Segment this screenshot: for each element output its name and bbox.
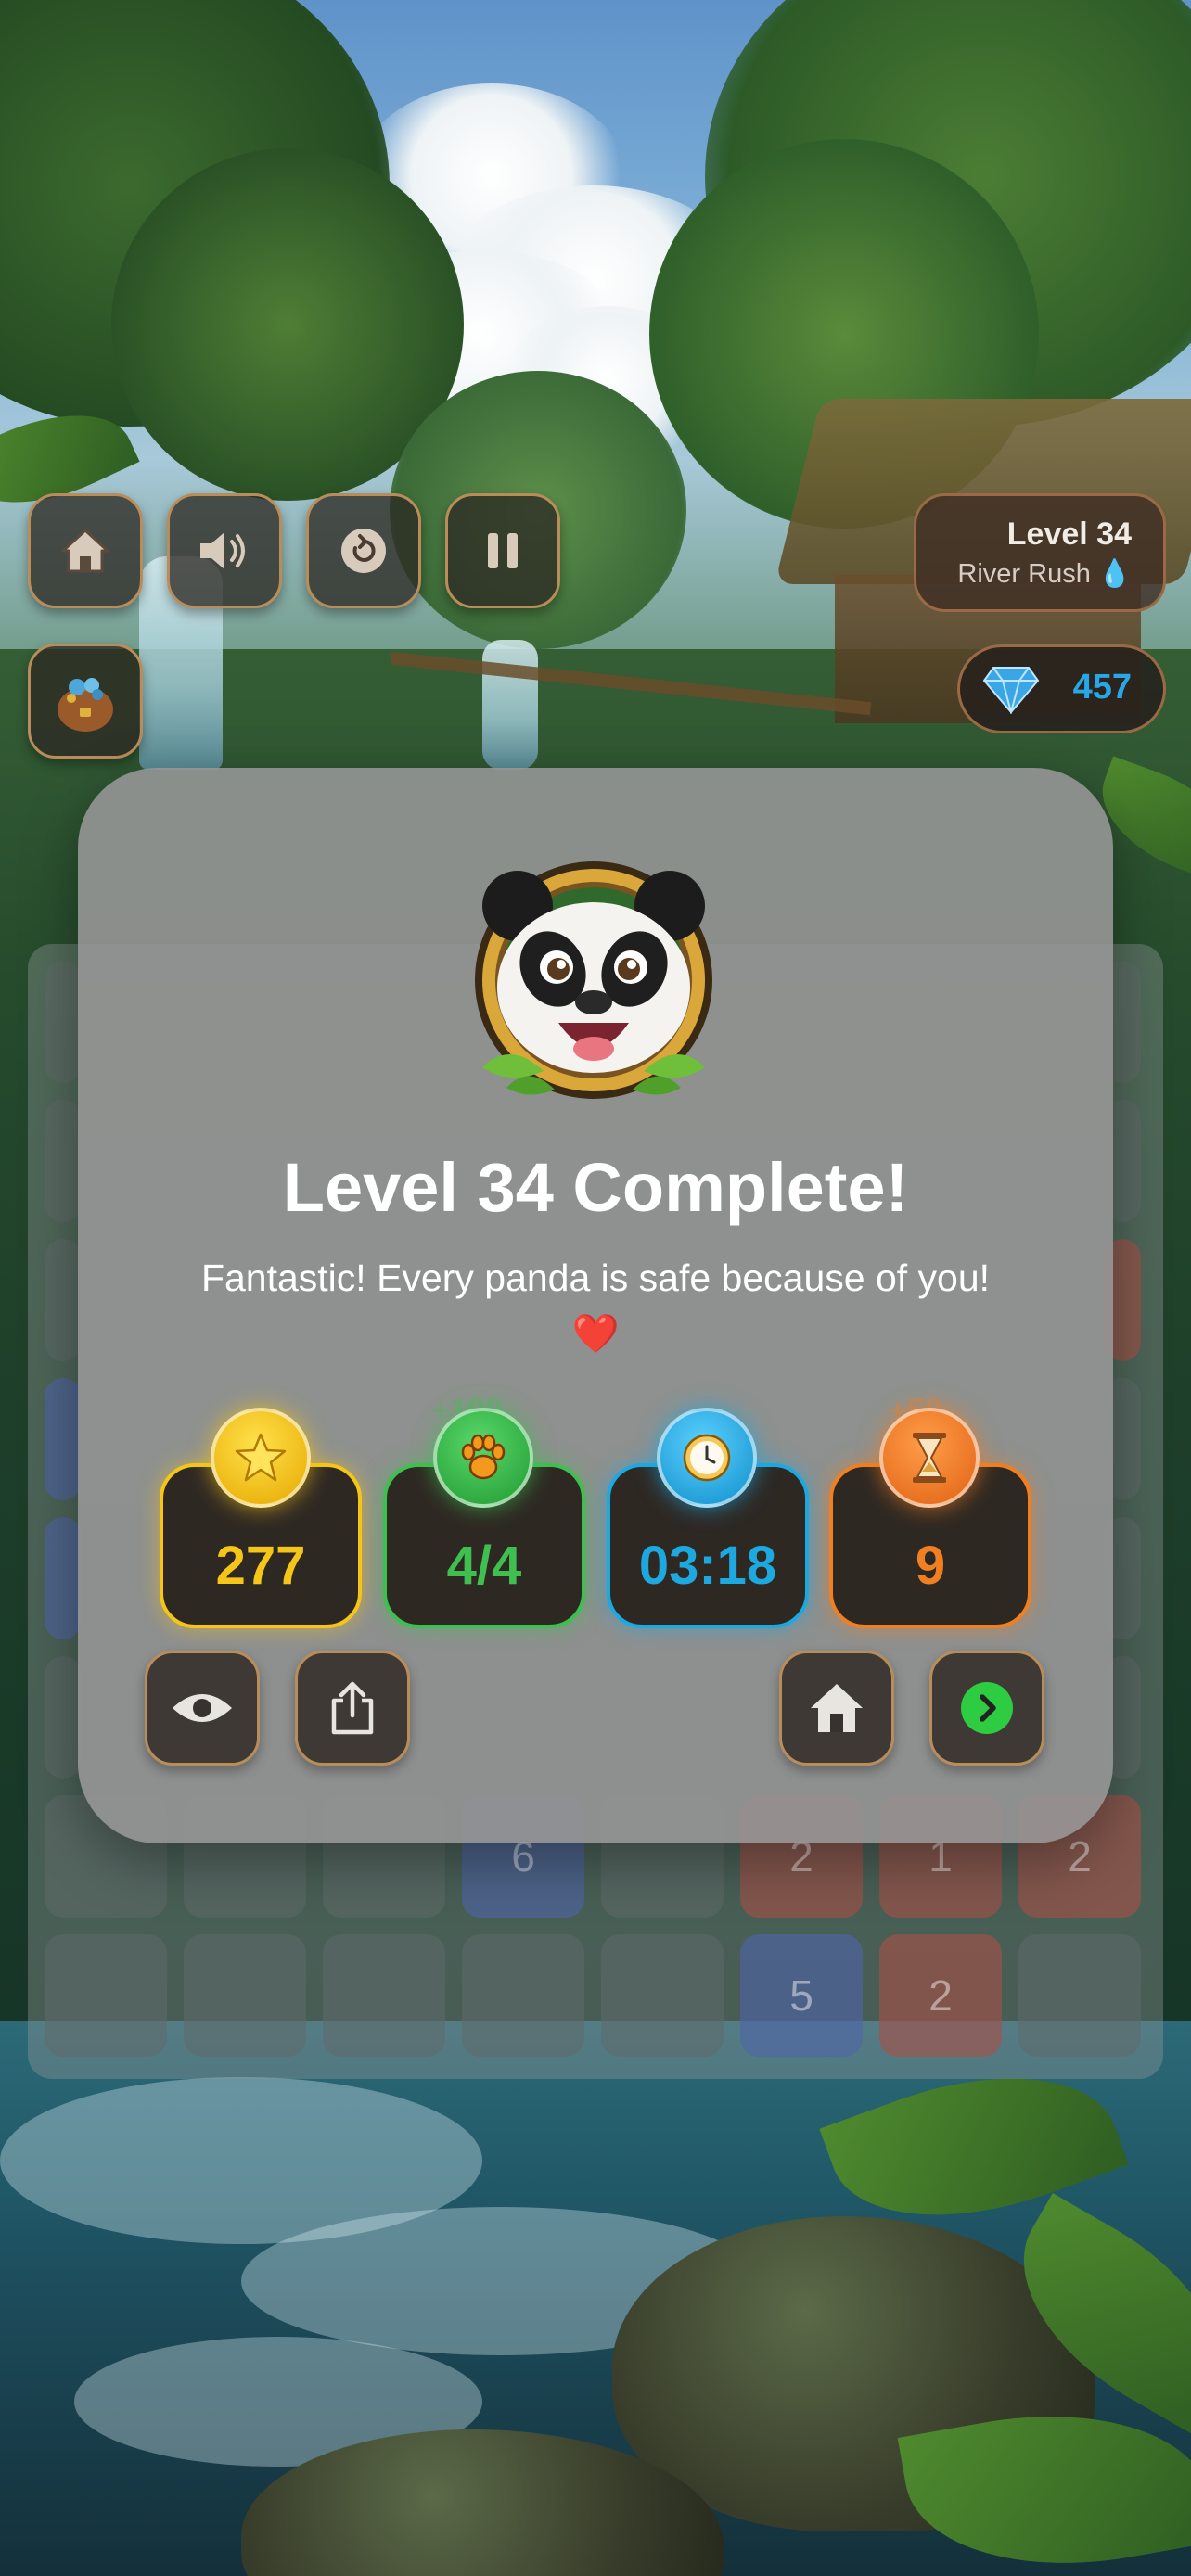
modal-title: Level 34 Complete! [282, 1149, 909, 1226]
level-info-card: Level 34 River Rush 💧 [914, 493, 1166, 612]
pandas-value: 4/4 [446, 1536, 522, 1596]
heart-icon: ❤️ [571, 1312, 620, 1355]
moves-value: 9 [915, 1536, 946, 1596]
board-cell[interactable]: 2 [879, 1934, 1002, 2057]
pause-button[interactable] [445, 493, 560, 608]
share-icon [331, 1681, 374, 1735]
share-button[interactable] [295, 1651, 410, 1766]
hourglass-icon [913, 1433, 946, 1483]
board-cell[interactable] [601, 1934, 724, 2057]
board-cell [45, 1378, 82, 1500]
star-icon [235, 1433, 287, 1482]
board-cell[interactable] [45, 1934, 167, 2057]
score-badge [211, 1408, 311, 1508]
level-name: River Rush 💧 [957, 559, 1132, 589]
time-value: 03:18 [638, 1536, 777, 1596]
moves-badge [879, 1408, 980, 1508]
board-cell [45, 1239, 82, 1361]
next-level-button[interactable] [929, 1651, 1044, 1766]
board-cell[interactable] [323, 1934, 445, 2057]
board-cell [45, 1517, 82, 1639]
speaker-icon [200, 532, 245, 569]
gem-counter[interactable]: 457 [957, 644, 1166, 733]
restart-button[interactable] [306, 493, 421, 608]
view-board-button[interactable] [145, 1651, 260, 1766]
level-label: Level 34 [1006, 516, 1132, 552]
board-cell[interactable]: 5 [740, 1934, 863, 2057]
panda-avatar [475, 861, 712, 1099]
home-icon [811, 1684, 863, 1732]
clock-icon [683, 1434, 731, 1482]
restart-icon [341, 529, 386, 573]
sound-button[interactable] [167, 493, 282, 608]
pandas-badge [433, 1408, 533, 1508]
eye-icon [173, 1694, 232, 1722]
modal-message-text: Fantastic! Every panda is safe because o… [200, 1256, 991, 1299]
gem-count: 457 [1072, 668, 1132, 707]
next-arrow-icon [961, 1682, 1013, 1734]
home-button[interactable] [28, 493, 143, 608]
treasure-bag-button[interactable] [28, 644, 143, 759]
board-cell [45, 961, 82, 1083]
pause-icon [488, 533, 518, 568]
board-cell[interactable] [1018, 1934, 1141, 2057]
home-icon [61, 529, 109, 573]
time-badge [657, 1408, 757, 1508]
board-cell[interactable] [462, 1934, 584, 2057]
diamond-icon [982, 667, 1040, 714]
board-cell[interactable] [184, 1934, 306, 2057]
home-button-modal[interactable] [779, 1651, 894, 1766]
board-cell [45, 1656, 82, 1779]
score-value: 277 [215, 1536, 306, 1596]
treasure-bag-icon [58, 678, 113, 732]
modal-message: Fantastic! Every panda is safe because o… [130, 1250, 1061, 1361]
paw-icon [461, 1434, 506, 1480]
